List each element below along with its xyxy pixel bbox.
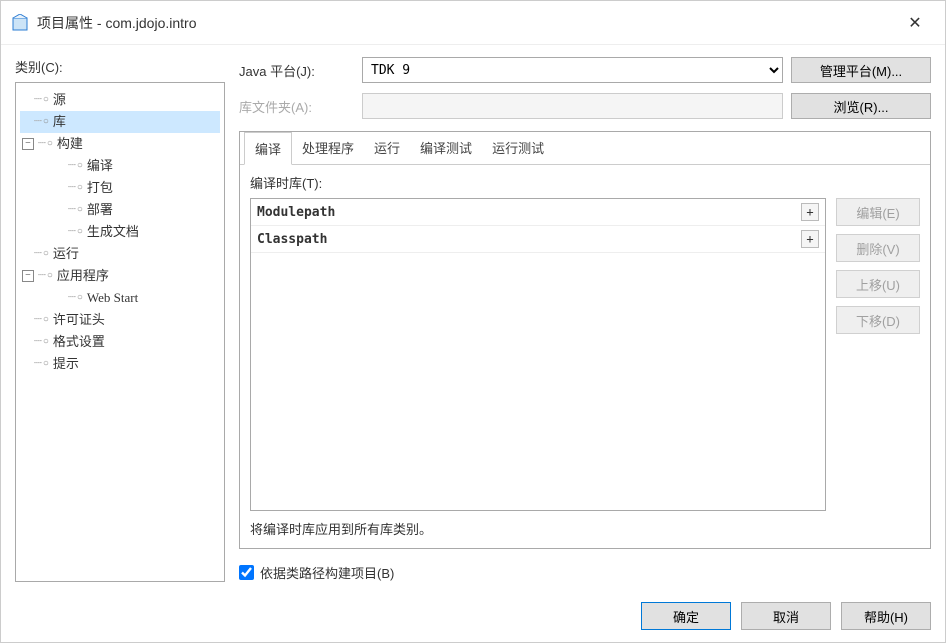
tab-processor[interactable]: 处理程序 [292, 132, 364, 164]
add-modulepath-button[interactable]: + [801, 203, 819, 221]
tree-item-package[interactable]: ┈○打包 [20, 177, 220, 199]
tree-item-deploy[interactable]: ┈○部署 [20, 199, 220, 221]
dialog-body: 类别(C): ┈○源 ┈○库 −┈○构建 ┈○编译 ┈○打包 ┈○部署 ┈○生成… [1, 45, 945, 592]
lib-entry-modulepath[interactable]: Modulepath + [251, 199, 825, 226]
tree-item-build[interactable]: −┈○构建 [20, 133, 220, 155]
lib-entry-classpath[interactable]: Classpath + [251, 226, 825, 253]
category-pane: 类别(C): ┈○源 ┈○库 −┈○构建 ┈○编译 ┈○打包 ┈○部署 ┈○生成… [15, 57, 225, 582]
project-properties-dialog: 项目属性 - com.jdojo.intro ✕ 类别(C): ┈○源 ┈○库 … [0, 0, 946, 643]
tab-run[interactable]: 运行 [364, 132, 410, 164]
collapse-icon[interactable]: − [22, 138, 34, 150]
compile-lib-list[interactable]: Modulepath + Classpath + [250, 198, 826, 511]
tree-item-license[interactable]: ┈○许可证头 [20, 309, 220, 331]
ok-button[interactable]: 确定 [641, 602, 731, 630]
category-tree[interactable]: ┈○源 ┈○库 −┈○构建 ┈○编译 ┈○打包 ┈○部署 ┈○生成文档 ┈○运行… [15, 82, 225, 582]
tree-item-application[interactable]: −┈○应用程序 [20, 265, 220, 287]
build-by-classpath-checkbox[interactable] [239, 565, 254, 580]
tab-compile[interactable]: 编译 [244, 132, 292, 165]
compile-lib-label: 编译时库(T): [250, 173, 920, 192]
move-up-button[interactable]: 上移(U) [836, 270, 920, 298]
tree-item-webstart[interactable]: ┈○Web Start [20, 287, 220, 309]
tree-item-compile[interactable]: ┈○编译 [20, 155, 220, 177]
lib-folder-label: 库文件夹(A): [239, 97, 354, 116]
tree-item-hints[interactable]: ┈○提示 [20, 353, 220, 375]
close-button[interactable]: ✕ [895, 7, 935, 39]
window-title: 项目属性 - com.jdojo.intro [37, 13, 895, 33]
browse-button[interactable]: 浏览(R)... [791, 93, 931, 119]
add-classpath-button[interactable]: + [801, 230, 819, 248]
tree-item-source[interactable]: ┈○源 [20, 89, 220, 111]
dialog-footer: 确定 取消 帮助(H) [1, 592, 945, 642]
lib-folder-input [362, 93, 783, 119]
tree-item-gendoc[interactable]: ┈○生成文档 [20, 221, 220, 243]
apply-note: 将编译时库应用到所有库类别。 [250, 519, 920, 538]
java-platform-row: Java 平台(J): TDK 9 管理平台(M)... [239, 57, 931, 83]
tabstrip: 编译 处理程序 运行 编译测试 运行测试 [240, 132, 930, 165]
help-button[interactable]: 帮助(H) [841, 602, 931, 630]
manage-platform-button[interactable]: 管理平台(M)... [791, 57, 931, 83]
category-label: 类别(C): [15, 57, 225, 76]
collapse-icon[interactable]: − [22, 270, 34, 282]
move-down-button[interactable]: 下移(D) [836, 306, 920, 334]
edit-button[interactable]: 编辑(E) [836, 198, 920, 226]
tab-run-test[interactable]: 运行测试 [482, 132, 554, 164]
lib-side-buttons: 编辑(E) 删除(V) 上移(U) 下移(D) [836, 198, 920, 511]
java-platform-label: Java 平台(J): [239, 61, 354, 80]
tabs-block: 编译 处理程序 运行 编译测试 运行测试 编译时库(T): Modulepath [239, 131, 931, 549]
tree-item-format[interactable]: ┈○格式设置 [20, 331, 220, 353]
settings-pane: Java 平台(J): TDK 9 管理平台(M)... 库文件夹(A): 浏览… [239, 57, 931, 582]
app-icon [11, 14, 29, 32]
delete-button[interactable]: 删除(V) [836, 234, 920, 262]
tree-item-libraries[interactable]: ┈○库 [20, 111, 220, 133]
build-by-classpath-row: 依据类路径构建项目(B) [239, 563, 931, 582]
lib-folder-row: 库文件夹(A): 浏览(R)... [239, 93, 931, 119]
tab-content-compile: 编译时库(T): Modulepath + Classpath + [240, 165, 930, 548]
main-row: 类别(C): ┈○源 ┈○库 −┈○构建 ┈○编译 ┈○打包 ┈○部署 ┈○生成… [15, 57, 931, 582]
tab-compile-test[interactable]: 编译测试 [410, 132, 482, 164]
build-by-classpath-label: 依据类路径构建项目(B) [260, 563, 394, 582]
lib-row: Modulepath + Classpath + 编辑(E) 删除 [250, 198, 920, 511]
cancel-button[interactable]: 取消 [741, 602, 831, 630]
tree-item-run[interactable]: ┈○运行 [20, 243, 220, 265]
java-platform-select[interactable]: TDK 9 [362, 57, 783, 83]
titlebar: 项目属性 - com.jdojo.intro ✕ [1, 1, 945, 45]
